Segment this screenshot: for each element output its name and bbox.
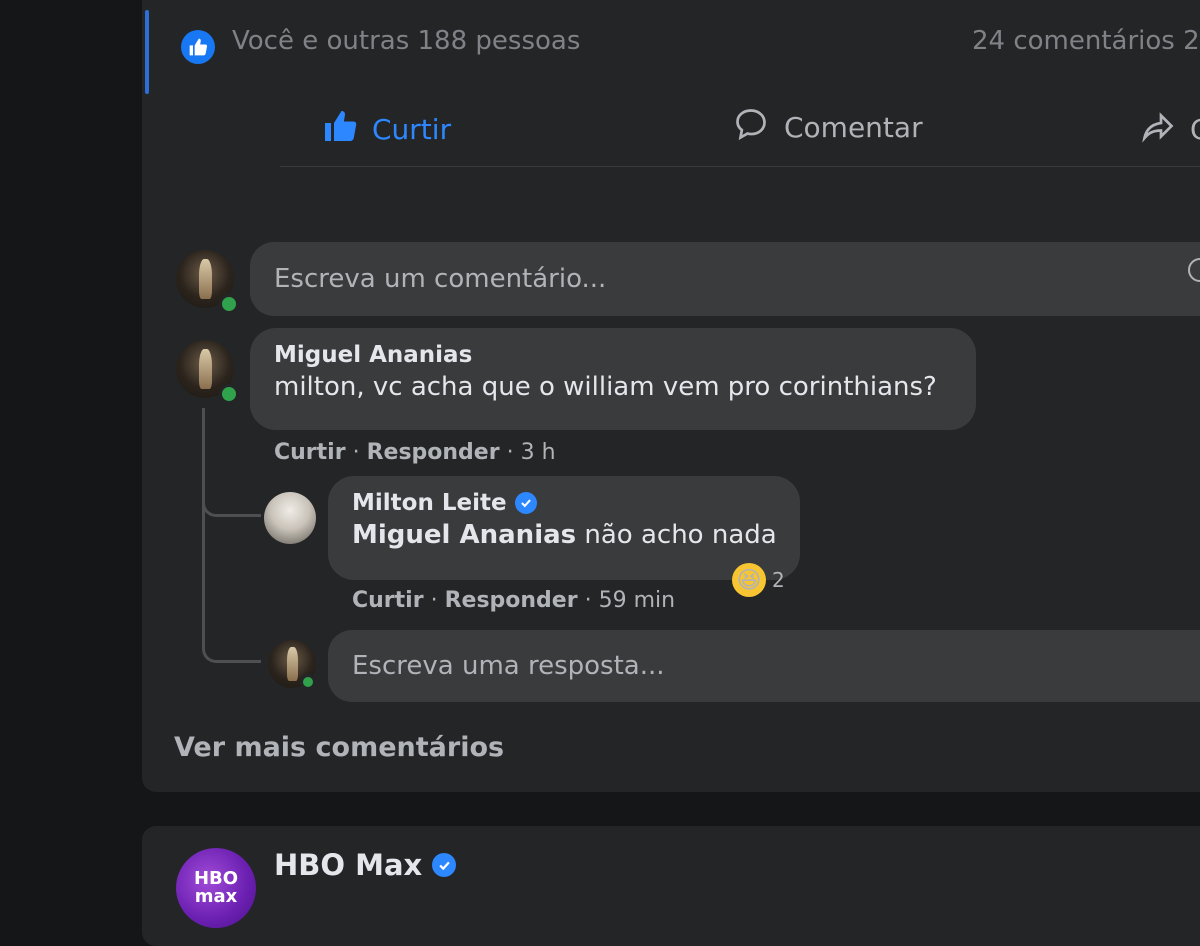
reply-author-avatar[interactable] <box>264 492 316 544</box>
verified-badge-icon <box>432 853 457 877</box>
next-post-card <box>142 826 1200 946</box>
online-status-dot <box>300 674 316 690</box>
comment-input-placeholder: Escreva um comentário... <box>274 264 607 294</box>
online-status-dot <box>219 384 239 404</box>
reply-reply-link[interactable]: Responder <box>445 588 578 613</box>
verified-badge-icon <box>514 492 537 514</box>
separator-dot: · <box>430 588 438 613</box>
reply-timestamp[interactable]: 59 min <box>599 588 675 613</box>
see-more-comments-link[interactable]: Ver mais comentários <box>174 732 504 763</box>
share-button-label: C <box>1190 113 1200 146</box>
separator-dot: · <box>352 440 360 465</box>
reply-reaction[interactable]: 😆 2 <box>732 563 785 597</box>
reply-text: não acho nada <box>576 520 777 550</box>
reply-input[interactable]: Escreva uma resposta... <box>328 630 1200 702</box>
thumbs-up-icon <box>322 108 358 151</box>
reply-bubble: Milton Leite Miguel Ananias não acho nad… <box>328 476 800 580</box>
comment-author[interactable]: Miguel Ananias <box>274 342 952 368</box>
share-arrow-icon <box>1140 108 1176 151</box>
reply-text-row: Miguel Ananias não acho nada <box>352 520 777 550</box>
comment-text: milton, vc acha que o william vem pro co… <box>274 372 937 402</box>
reply-author-row: Milton Leite <box>352 490 776 516</box>
comments-count[interactable]: 24 comentários 2 <box>972 26 1200 56</box>
share-button[interactable]: C <box>1140 108 1200 151</box>
thread-connector <box>202 500 261 663</box>
comment-button[interactable]: Comentar <box>732 106 923 149</box>
comment-timestamp[interactable]: 3 h <box>521 440 556 465</box>
next-post-header: HBO Max <box>274 848 457 882</box>
reply-mention[interactable]: Miguel Ananias <box>352 520 576 550</box>
like-button-label: Curtir <box>372 113 452 146</box>
hbo-max-logo[interactable]: HBO max <box>176 848 256 928</box>
separator-dot: · <box>506 440 514 465</box>
comment-like-link[interactable]: Curtir <box>274 440 346 465</box>
like-reaction-icon[interactable] <box>181 30 215 64</box>
reply-actions: Curtir · Responder · 59 min <box>352 588 675 613</box>
reply-reaction-count: 2 <box>772 568 785 592</box>
reply-input-placeholder: Escreva uma resposta... <box>352 651 665 681</box>
laughing-emoji-icon: 😆 <box>732 563 766 597</box>
comment-actions: Curtir · Responder · 3 h <box>274 440 556 465</box>
post-accent-bar <box>145 10 149 94</box>
speech-bubble-icon <box>732 106 770 149</box>
reply-like-link[interactable]: Curtir <box>352 588 424 613</box>
comment-reply-link[interactable]: Responder <box>367 440 500 465</box>
reply-author[interactable]: Milton Leite <box>352 490 507 516</box>
separator-dot: · <box>584 588 592 613</box>
comment-button-label: Comentar <box>784 111 923 144</box>
comment-bubble: Miguel Ananias milton, vc acha que o wil… <box>250 328 976 430</box>
page-name[interactable]: HBO Max <box>274 848 422 882</box>
reactions-summary[interactable]: Você e outras 188 pessoas <box>232 26 580 56</box>
online-status-dot <box>219 294 239 314</box>
like-button[interactable]: Curtir <box>322 108 451 151</box>
comment-input[interactable]: Escreva um comentário... <box>250 242 1200 316</box>
action-bar-divider <box>280 166 1200 167</box>
